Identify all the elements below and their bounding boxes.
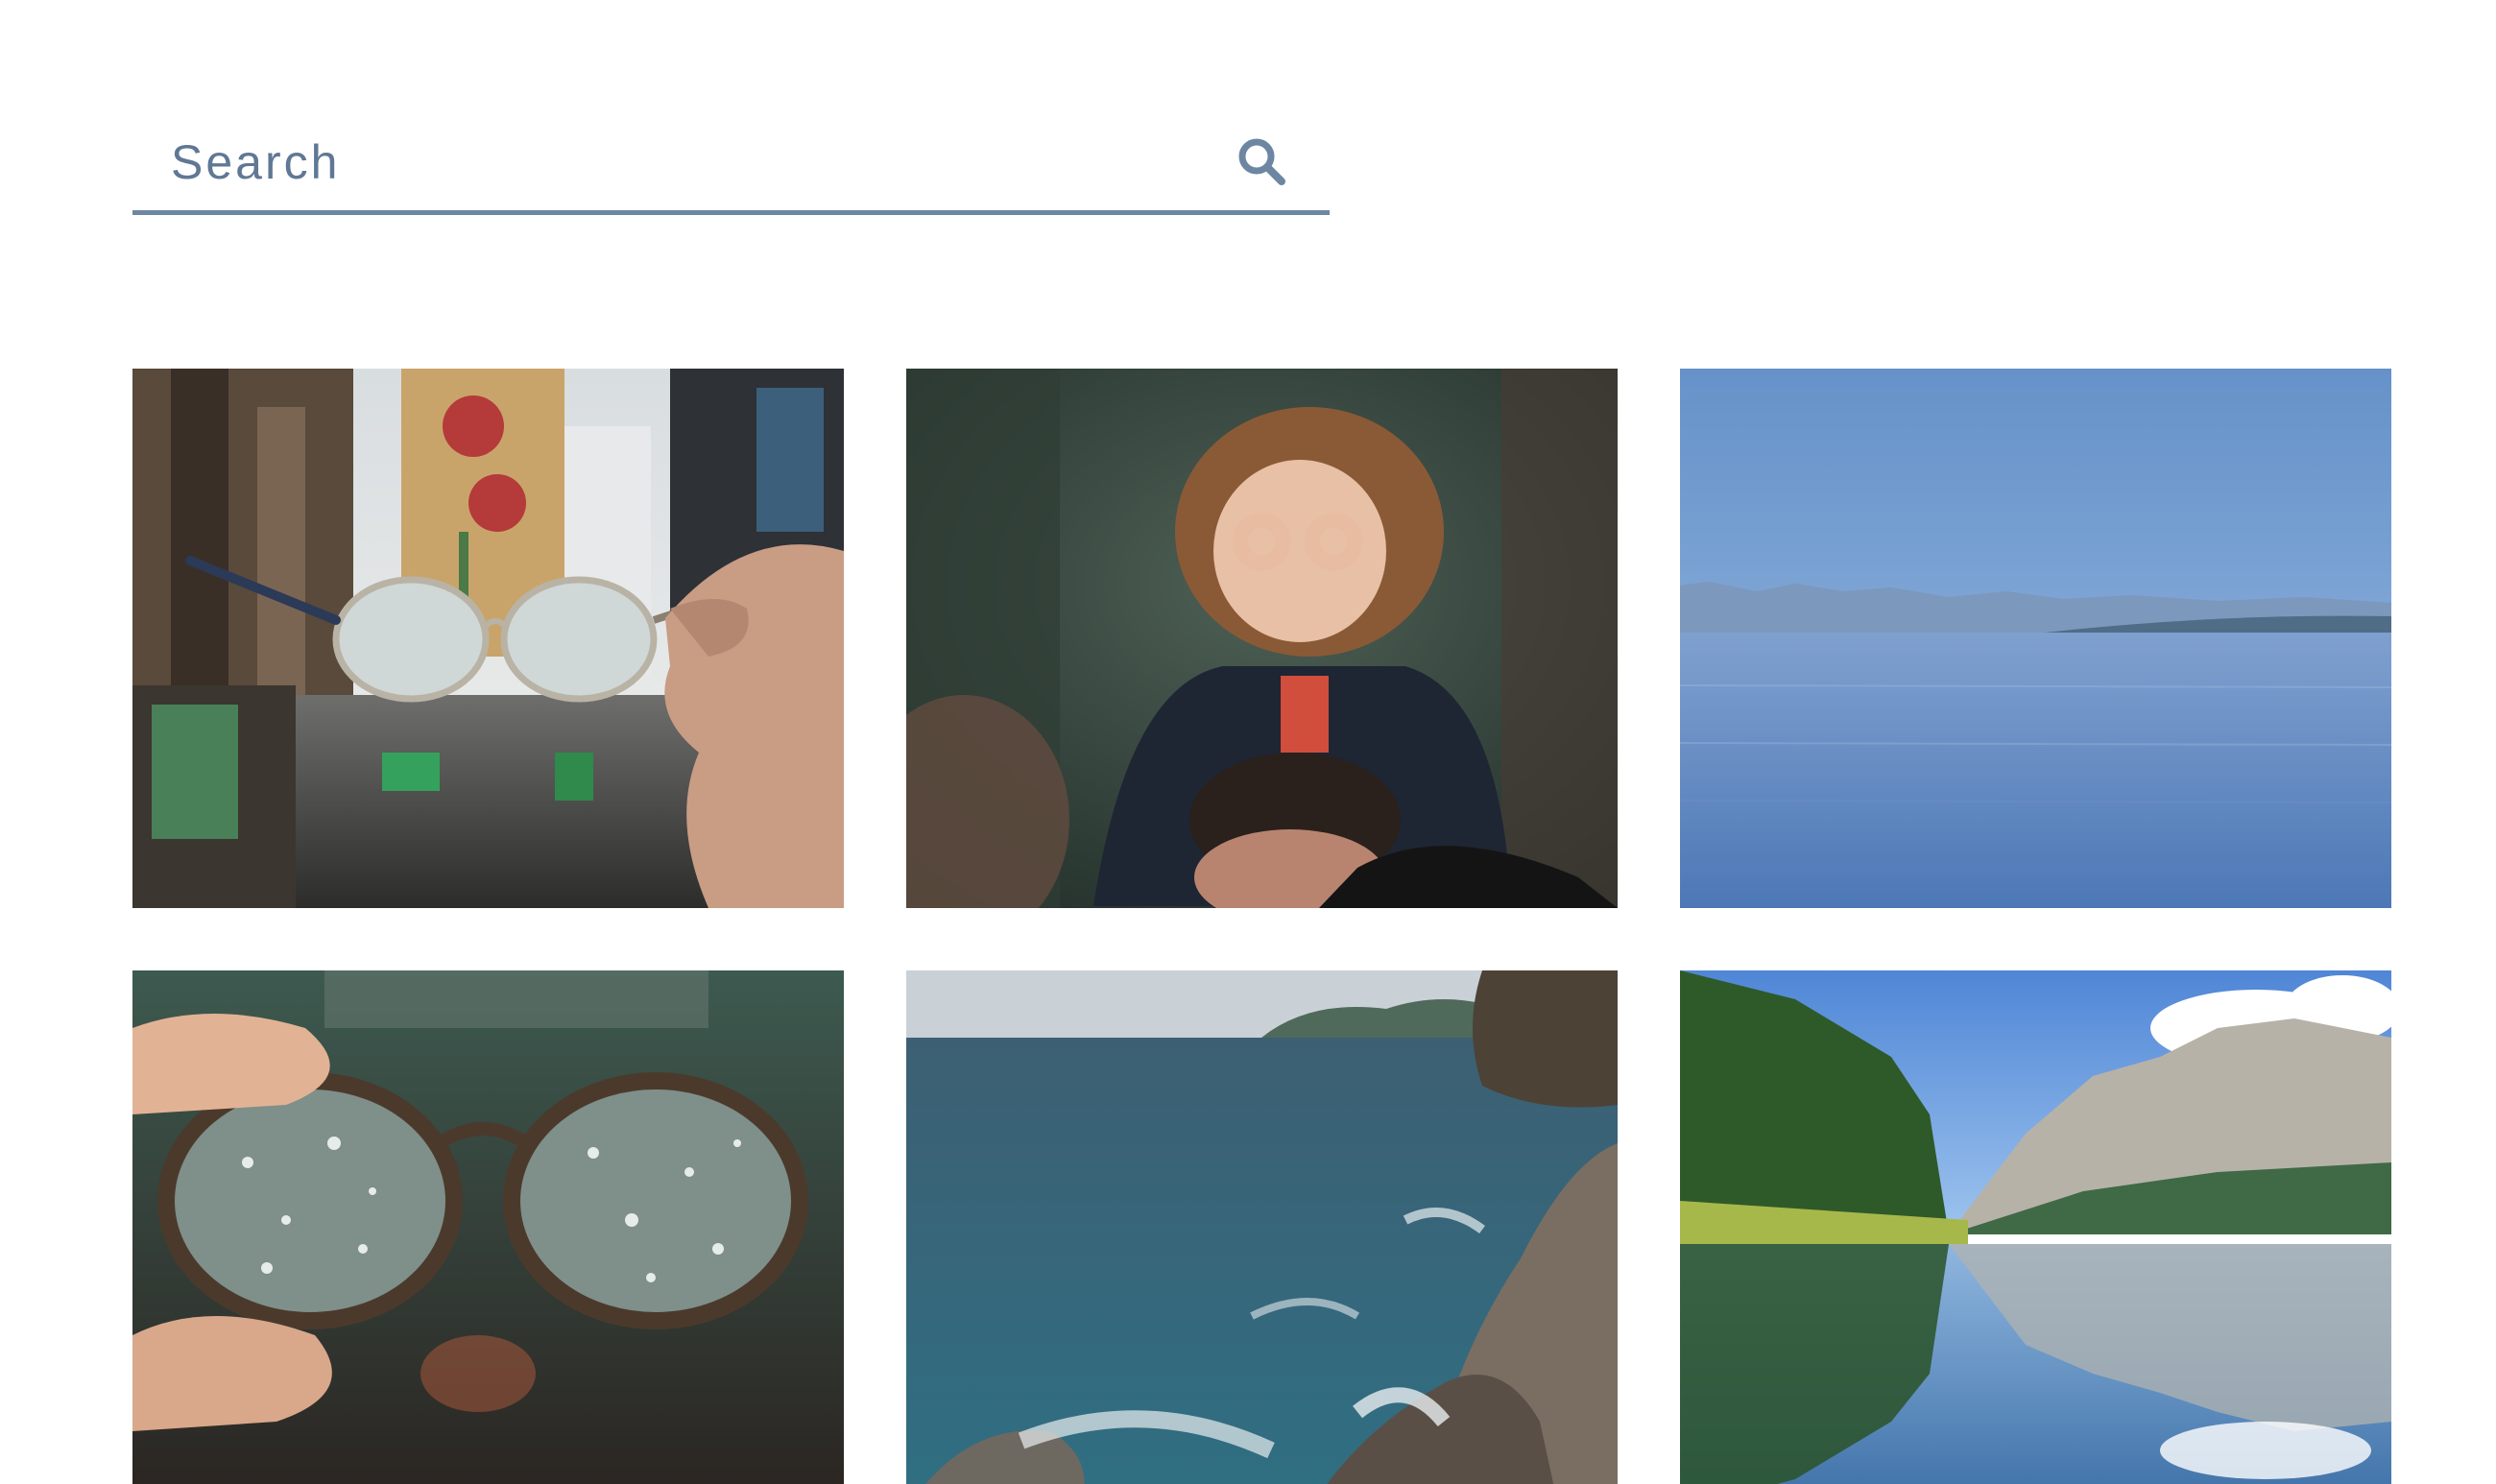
search-button[interactable] <box>1219 113 1306 210</box>
mountain-lake-image <box>1680 970 2391 1484</box>
gallery-image-calm-lake[interactable] <box>1680 369 2391 908</box>
glasses-street-image <box>132 369 844 908</box>
gallery-image-rainy-glasses[interactable] <box>132 970 844 1484</box>
gallery-image-glasses-street[interactable] <box>132 369 844 908</box>
girl-image <box>906 369 1618 908</box>
image-gallery <box>132 369 2391 1484</box>
coast-image <box>906 970 1618 1484</box>
gallery-image-mountain-lake[interactable] <box>1680 970 2391 1484</box>
lake-image <box>1680 369 2391 908</box>
page <box>0 0 2496 1484</box>
search-icon <box>1238 138 1285 185</box>
search-input[interactable] <box>132 113 1219 210</box>
rainy-glasses-image <box>132 970 844 1484</box>
gallery-image-girl-binocular-hands[interactable] <box>906 369 1618 908</box>
search-bar <box>132 113 1330 215</box>
gallery-image-rocky-coast[interactable] <box>906 970 1618 1484</box>
